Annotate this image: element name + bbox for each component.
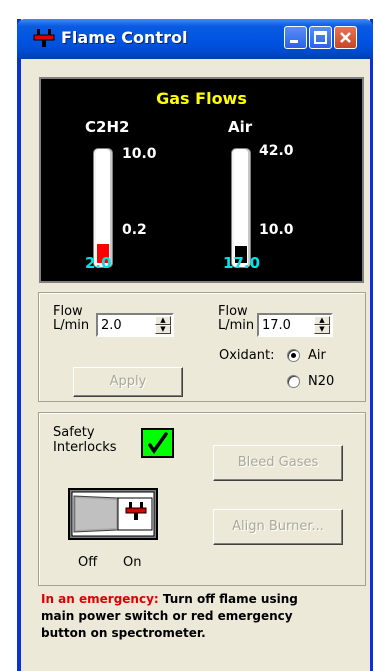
gas-flow-display: Gas Flows C2H2 10.0 0.2 2.0 Air 42.0 10.… xyxy=(39,77,364,283)
c2h2-reading: 2.0 xyxy=(85,254,112,272)
c2h2-flow-value[interactable]: 2.0 xyxy=(101,318,122,333)
gas-flows-title: Gas Flows xyxy=(156,89,247,108)
switch-on-label: On xyxy=(123,555,142,570)
oxidant-n20-label: N20 xyxy=(308,374,335,389)
maximize-icon xyxy=(314,31,327,44)
minimize-button[interactable] xyxy=(284,26,307,49)
power-switch[interactable] xyxy=(68,488,158,540)
c2h2-gauge-max: 10.0 xyxy=(122,146,157,162)
safety-label: Safety xyxy=(53,425,95,440)
emergency-warning: In an emergency: Turn off flame using ma… xyxy=(41,591,366,642)
air-gauge-tube xyxy=(231,148,251,268)
air-flow-up-arrow-icon[interactable]: ▲ xyxy=(314,316,330,325)
emergency-prefix: In an emergency: xyxy=(41,592,159,606)
bleed-gases-button[interactable]: Bleed Gases xyxy=(213,445,343,481)
oxidant-air-label: Air xyxy=(308,348,326,363)
minimize-icon xyxy=(290,40,298,43)
warning-line-1-rest: Turn off flame using xyxy=(158,592,298,606)
c2h2-flow-down-arrow-icon[interactable]: ▼ xyxy=(155,325,171,334)
air-flow-down-arrow-icon[interactable]: ▼ xyxy=(314,325,330,334)
oxidant-label: Oxidant: xyxy=(219,348,275,363)
warning-line-2: main power switch or red emergency xyxy=(41,609,293,623)
apply-button[interactable]: Apply xyxy=(73,367,183,397)
air-gauge-min: 10.0 xyxy=(259,222,294,238)
c2h2-gauge-tube xyxy=(93,148,113,268)
c2h2-flow-stepper[interactable]: 2.0 ▲ ▼ xyxy=(96,313,174,337)
title-bar[interactable]: Flame Control xyxy=(17,19,373,59)
air-reading: 17.0 xyxy=(223,254,261,272)
c2h2-gauge-min: 0.2 xyxy=(122,222,147,238)
maximize-button[interactable] xyxy=(309,26,332,49)
right-flow-label: Flow xyxy=(218,304,248,319)
flame-app-icon xyxy=(33,26,55,48)
oxidant-n20-radio[interactable] xyxy=(287,375,300,388)
close-icon xyxy=(340,32,351,43)
left-flow-unit: L/min xyxy=(53,318,90,333)
align-burner-button[interactable]: Align Burner... xyxy=(213,509,343,545)
switch-off-label: Off xyxy=(78,555,98,570)
right-flow-unit: L/min xyxy=(218,318,255,333)
close-button[interactable] xyxy=(334,26,357,49)
c2h2-gauge-label: C2H2 xyxy=(85,118,130,136)
c2h2-flow-up-arrow-icon[interactable]: ▲ xyxy=(155,316,171,325)
window-title: Flame Control xyxy=(61,28,188,47)
power-switch-graphic xyxy=(70,490,156,538)
radio-selected-dot xyxy=(291,353,296,358)
left-flow-label: Flow xyxy=(53,304,83,319)
interlocks-label: Interlocks xyxy=(53,440,117,455)
warning-line-3: button on spectrometer. xyxy=(41,626,206,640)
checkmark-icon xyxy=(148,432,168,455)
air-gauge-label: Air xyxy=(228,118,253,136)
air-flow-value[interactable]: 17.0 xyxy=(262,318,291,333)
warning-line-1: In an emergency: Turn off flame using xyxy=(41,591,366,608)
oxidant-air-radio[interactable] xyxy=(287,349,300,362)
air-flow-stepper[interactable]: 17.0 ▲ ▼ xyxy=(257,313,333,337)
air-gauge-max: 42.0 xyxy=(259,143,294,159)
interlock-status-indicator xyxy=(141,428,174,458)
